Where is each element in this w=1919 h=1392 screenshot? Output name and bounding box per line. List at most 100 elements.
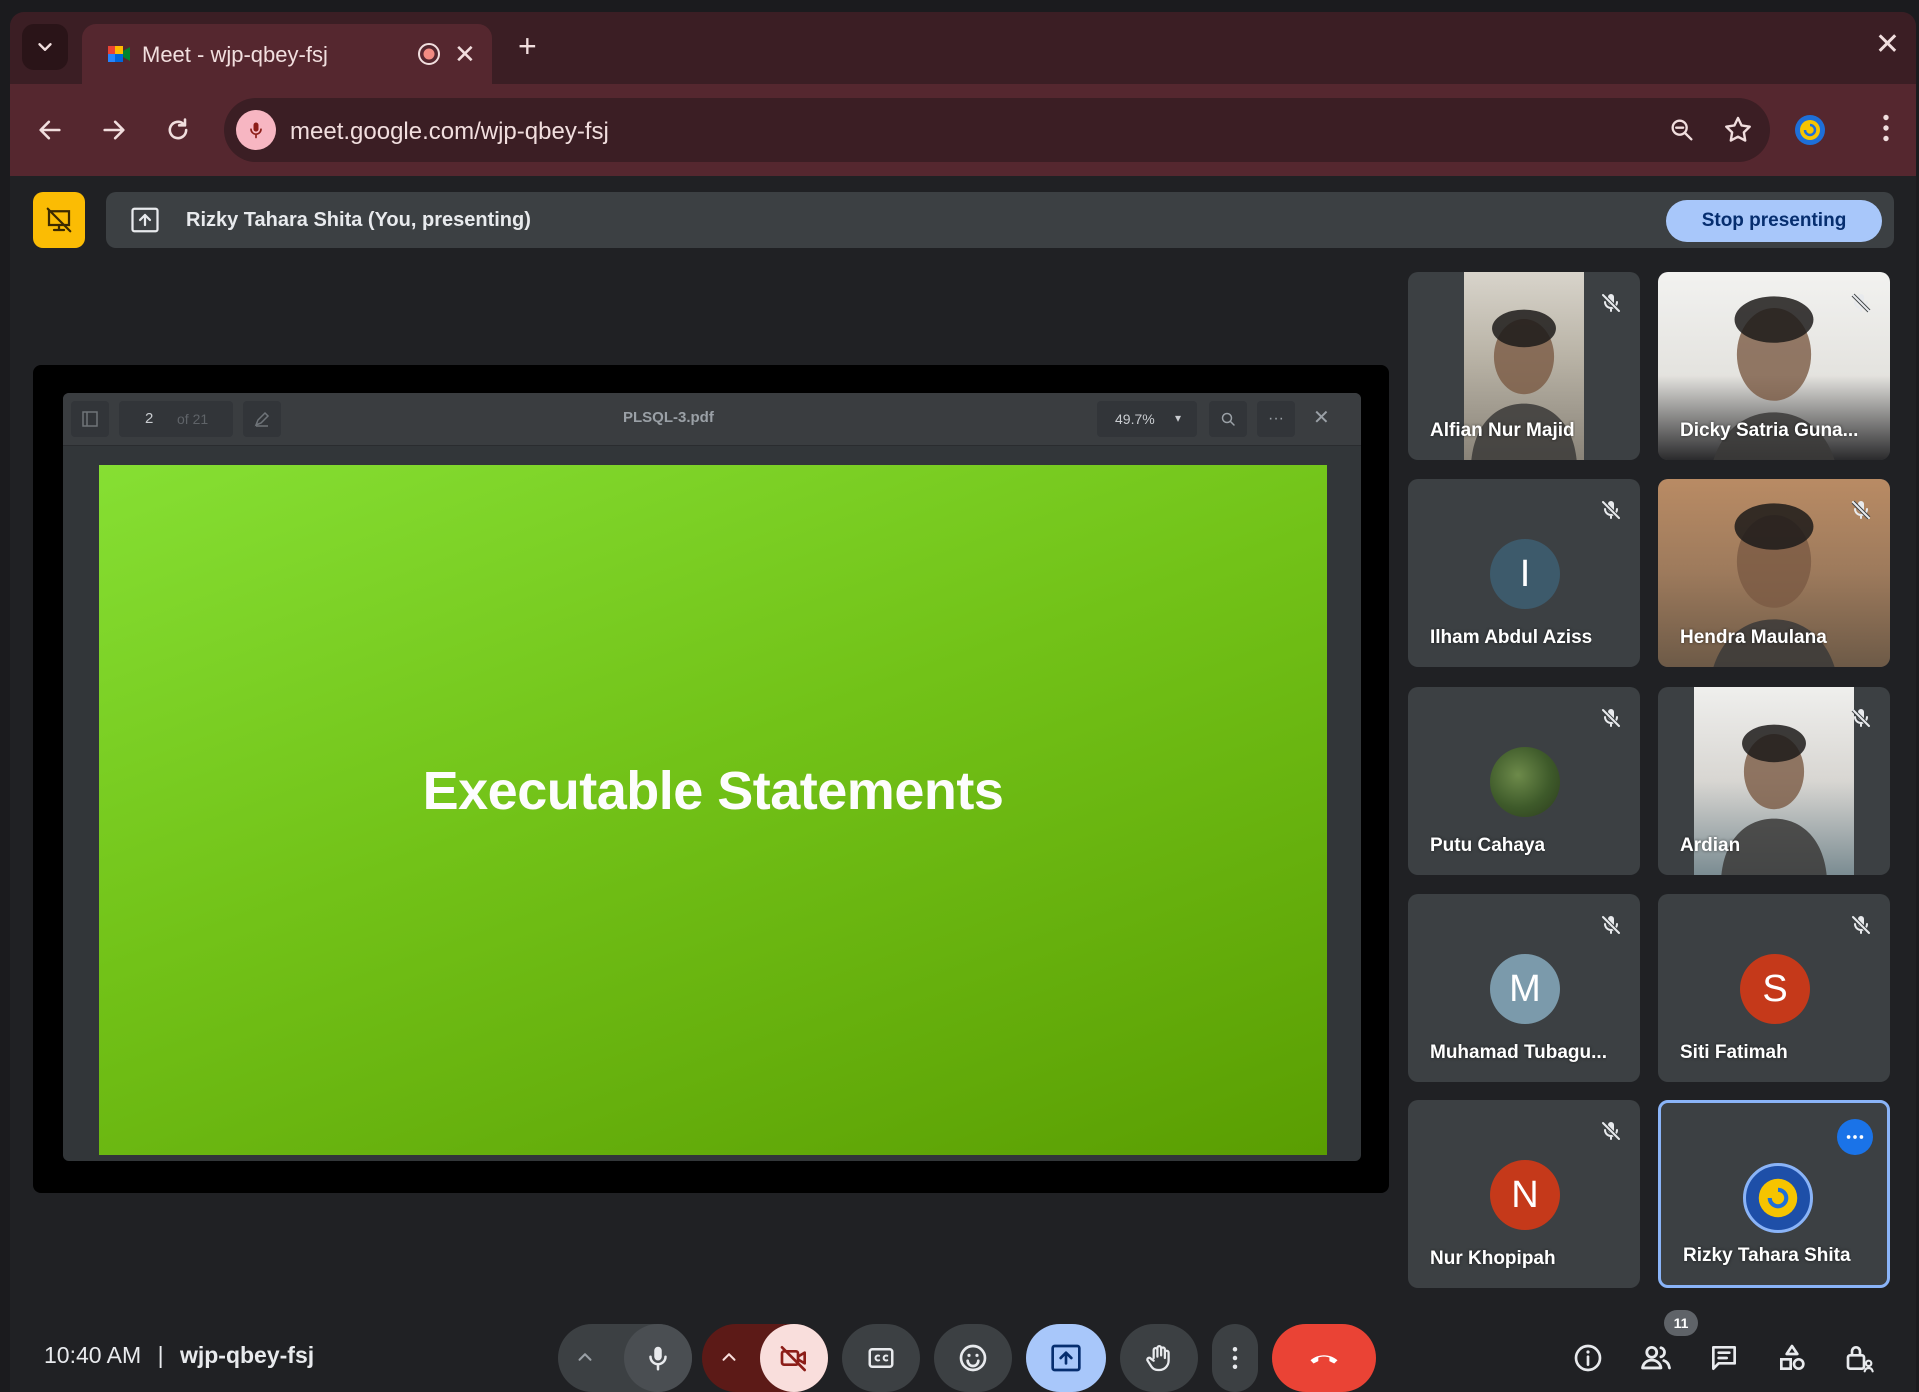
muted-indicator [1596, 910, 1626, 940]
reload-button[interactable] [160, 112, 196, 148]
participant-name: Hendra Maulana [1680, 627, 1827, 648]
chat-button[interactable] [1706, 1340, 1742, 1376]
reactions-button[interactable] [934, 1324, 1012, 1392]
pdf-viewer: 2 of 21 PLSQL-3.pdf 49.7% ▾ ··· ✕ Execut… [63, 393, 1361, 1161]
meeting-info: 10:40 AM | wjp-qbey-fsj [44, 1342, 314, 1369]
participant-tile[interactable]: M Muhamad Tubagu... [1408, 894, 1640, 1082]
mic-off-icon [1601, 293, 1621, 313]
more-options-button[interactable] [1212, 1324, 1258, 1392]
recording-icon [418, 43, 440, 65]
camera-control-group [702, 1324, 828, 1392]
tab-search-button[interactable] [22, 24, 68, 70]
mic-off-icon [1851, 708, 1871, 728]
profile-avatar-icon [1758, 1178, 1798, 1218]
zoom-icon [1671, 119, 1693, 141]
tile-options-button[interactable] [1837, 1119, 1873, 1155]
forward-button[interactable] [96, 112, 132, 148]
raise-hand-button[interactable] [1120, 1324, 1198, 1392]
pdf-close-icon[interactable]: ✕ [1313, 405, 1330, 430]
pdf-zoom-select[interactable]: 49.7% ▾ [1097, 401, 1197, 437]
participant-name: Siti Fatimah [1680, 1042, 1788, 1063]
chat-icon [1712, 1346, 1736, 1370]
participant-avatar [1743, 1163, 1813, 1233]
zoom-button[interactable] [1668, 116, 1696, 149]
bookmark-button[interactable] [1722, 114, 1754, 151]
present-to-all-icon [131, 207, 159, 233]
participant-tile[interactable]: I Ilham Abdul Aziss [1408, 479, 1640, 667]
emoji-icon [959, 1344, 987, 1372]
address-bar[interactable]: meet.google.com/wjp-qbey-fsj [224, 98, 1770, 162]
participant-name: Putu Cahaya [1430, 835, 1546, 856]
microphone-button[interactable] [624, 1324, 692, 1392]
pdf-page-number[interactable]: 2 [145, 410, 153, 427]
more-vertical-icon [1232, 1347, 1238, 1369]
people-icon [1641, 1345, 1671, 1370]
captions-button[interactable] [842, 1324, 920, 1392]
stop-presenting-button[interactable]: Stop presenting [1666, 200, 1882, 242]
sidebar-icon [82, 411, 98, 427]
host-controls-button[interactable] [1842, 1340, 1878, 1376]
closed-captions-icon [868, 1348, 894, 1368]
pdf-annotate-button[interactable] [243, 401, 281, 437]
pdf-more-button[interactable]: ··· [1257, 401, 1295, 437]
pdf-filename: PLSQL-3.pdf [623, 409, 714, 426]
camera-options-button[interactable] [718, 1346, 740, 1373]
browser-toolbar: meet.google.com/wjp-qbey-fsj [10, 84, 1916, 176]
people-button[interactable] [1638, 1340, 1674, 1376]
muted-indicator [1846, 288, 1876, 318]
pdf-toolbar: 2 of 21 PLSQL-3.pdf 49.7% ▾ ··· ✕ [63, 393, 1361, 446]
clock-time: 10:40 AM [44, 1342, 142, 1368]
meeting-code: wjp-qbey-fsj [179, 1342, 315, 1368]
participant-name: Alfian Nur Majid [1430, 420, 1575, 441]
window-close-button[interactable]: ✕ [1875, 30, 1900, 60]
muted-indicator [1846, 703, 1876, 733]
search-icon [1221, 412, 1235, 426]
participant-tile[interactable]: Ardian [1658, 687, 1890, 875]
back-button[interactable] [32, 112, 68, 148]
pdf-slide: Executable Statements [99, 465, 1327, 1155]
participant-name: Nur Khopipah [1430, 1248, 1556, 1269]
participant-name: Dicky Satria Guna... [1680, 420, 1859, 441]
chevron-up-icon [578, 1353, 592, 1361]
camera-off-icon [780, 1346, 806, 1372]
participant-avatar: S [1740, 954, 1810, 1024]
meeting-details-button[interactable] [1570, 1340, 1606, 1376]
mic-off-icon [1601, 500, 1621, 520]
mic-off-icon [1851, 293, 1871, 313]
participant-tile[interactable]: Hendra Maulana [1658, 479, 1890, 667]
leave-call-button[interactable] [1272, 1324, 1376, 1392]
muted-indicator [1596, 703, 1626, 733]
new-tab-button[interactable]: + [518, 30, 537, 62]
mic-options-button[interactable] [574, 1346, 596, 1373]
microphone-icon [649, 1346, 667, 1371]
profile-avatar-icon[interactable] [1794, 114, 1826, 146]
browser-window: Meet - wjp-qbey-fsj ✕ + ✕ meet.google.co… [10, 12, 1916, 1392]
site-mic-indicator[interactable] [236, 110, 276, 150]
participant-name: Rizky Tahara Shita [1683, 1245, 1851, 1266]
presenting-banner: Rizky Tahara Shita (You, presenting) Sto… [106, 192, 1894, 248]
activities-button[interactable] [1774, 1340, 1810, 1376]
info-icon [1574, 1344, 1602, 1372]
pdf-page-selector[interactable]: 2 of 21 [119, 401, 233, 437]
slide-title: Executable Statements [422, 761, 1004, 821]
participant-tile[interactable]: Putu Cahaya [1408, 687, 1640, 875]
participant-tile[interactable]: Alfian Nur Majid [1408, 272, 1640, 460]
participant-tile[interactable]: Dicky Satria Guna... [1658, 272, 1890, 460]
presentation-warning-button[interactable] [33, 192, 85, 248]
present-screen-button[interactable] [1026, 1324, 1106, 1392]
active-tab[interactable]: Meet - wjp-qbey-fsj ✕ [82, 24, 492, 84]
camera-toggle-button[interactable] [760, 1324, 828, 1392]
url-text[interactable]: meet.google.com/wjp-qbey-fsj [290, 118, 609, 146]
pdf-sidebar-button[interactable] [71, 401, 109, 437]
pdf-search-button[interactable] [1209, 401, 1247, 437]
tab-strip: Meet - wjp-qbey-fsj ✕ + ✕ [10, 12, 1916, 84]
participant-tile[interactable]: Rizky Tahara Shita [1658, 1100, 1890, 1288]
people-count-badge: 11 [1664, 1310, 1698, 1336]
participant-tile[interactable]: N Nur Khopipah [1408, 1100, 1640, 1288]
participant-avatar: N [1490, 1160, 1560, 1230]
participant-name: Ardian [1680, 835, 1741, 856]
participant-tile[interactable]: S Siti Fatimah [1658, 894, 1890, 1082]
presenting-text: Rizky Tahara Shita (You, presenting) [186, 209, 531, 231]
browser-menu-button[interactable] [1868, 110, 1904, 151]
tab-close-icon[interactable]: ✕ [454, 39, 476, 70]
